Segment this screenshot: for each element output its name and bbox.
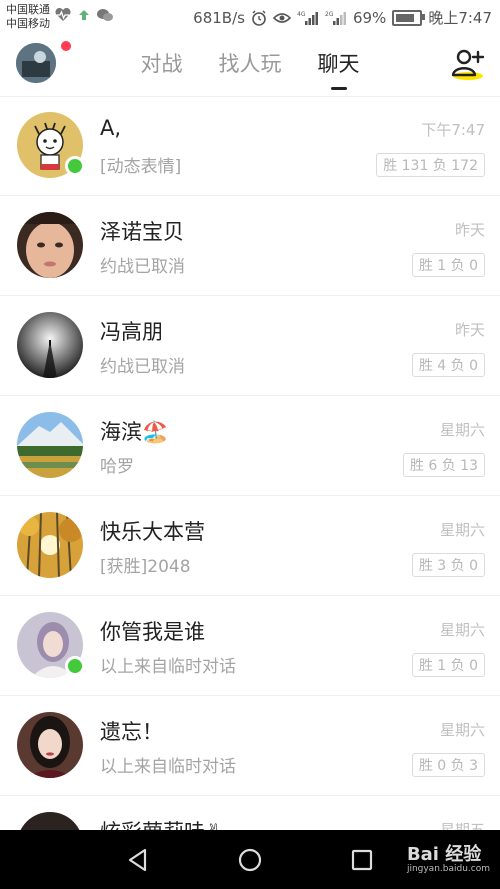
contact-name: 快乐大本营 bbox=[100, 520, 205, 544]
top-navigation: 对战 找人玩 聊天 bbox=[0, 34, 500, 97]
message-time: 星期五 bbox=[439, 821, 485, 830]
watermark-url: jingyan.baidu.com bbox=[406, 864, 490, 874]
avatar bbox=[17, 812, 83, 830]
contact-name: 你管我是谁 bbox=[100, 620, 205, 644]
recents-square-icon[interactable] bbox=[349, 847, 375, 873]
heart-rate-icon bbox=[55, 8, 71, 21]
win-loss-badge: 胜 4 负 0 bbox=[411, 353, 485, 377]
tab-find-players[interactable]: 找人玩 bbox=[217, 48, 284, 78]
contact-name: 冯高朋 bbox=[100, 320, 163, 344]
message-time: 星期六 bbox=[439, 421, 485, 439]
wechat-icon bbox=[97, 9, 113, 21]
message-time: 昨天 bbox=[454, 221, 485, 239]
carrier-2: 中国移动 bbox=[6, 17, 50, 30]
contact-name: 遗忘！ bbox=[100, 720, 163, 744]
avatar bbox=[17, 412, 83, 478]
last-message: 哈罗 bbox=[100, 457, 134, 477]
carrier-1: 中国联通 bbox=[6, 3, 50, 16]
avatar bbox=[17, 512, 83, 578]
girl-portrait-photo-icon bbox=[17, 712, 83, 778]
chat-row[interactable]: A, [动态表情] 下午7:47 胜 131 负 172 bbox=[0, 96, 500, 196]
tab-chat[interactable]: 聊天 bbox=[316, 48, 362, 90]
autumn-trees-photo-icon bbox=[17, 512, 83, 578]
message-time: 星期六 bbox=[439, 521, 485, 539]
last-message: 约战已取消 bbox=[100, 357, 185, 377]
message-time: 星期六 bbox=[439, 621, 485, 639]
add-user-icon[interactable] bbox=[450, 46, 486, 82]
last-message: 以上来自临时对话 bbox=[100, 757, 236, 777]
contact-name: A, bbox=[100, 116, 122, 140]
network-speed: 681B/s bbox=[193, 8, 245, 27]
battery-fill bbox=[396, 13, 415, 22]
last-message: [动态表情] bbox=[100, 157, 182, 177]
message-time: 星期六 bbox=[439, 721, 485, 739]
contact-name: 炫彩萝莉哇✌ bbox=[100, 816, 223, 830]
message-time: 昨天 bbox=[454, 321, 485, 339]
last-message: [获胜]2048 bbox=[100, 557, 191, 577]
signal-4g-icon: 4G bbox=[297, 11, 318, 25]
chat-row[interactable]: 快乐大本营 [获胜]2048 星期六 胜 3 负 0 bbox=[0, 496, 500, 596]
last-message: 以上来自临时对话 bbox=[100, 657, 236, 677]
face-photo-icon bbox=[17, 212, 83, 278]
svg-text:2G: 2G bbox=[325, 11, 334, 18]
watermark-brand: Bai 经验 bbox=[406, 844, 482, 865]
home-circle-icon[interactable] bbox=[237, 847, 263, 873]
chat-row[interactable]: 炫彩萝莉哇✌ 星期五 bbox=[0, 796, 500, 830]
win-loss-badge: 胜 3 负 0 bbox=[411, 553, 485, 577]
chat-row[interactable]: 泽诺宝贝 约战已取消 昨天 胜 1 负 0 bbox=[0, 196, 500, 296]
win-loss-badge: 胜 131 负 172 bbox=[376, 153, 485, 177]
carrier-info: 中国联通 中国移动 bbox=[6, 3, 50, 31]
contact-name: 海滨🏖️ bbox=[100, 420, 169, 444]
signal-2g-icon: 2G bbox=[325, 11, 346, 25]
status-bar: 中国联通 中国移动 681B/s 4G 2G 69% 晚上7:47 bbox=[0, 0, 500, 34]
battery-icon bbox=[392, 9, 426, 26]
chat-row[interactable]: 遗忘！ 以上来自临时对话 星期六 胜 0 负 3 bbox=[0, 696, 500, 796]
svg-text:4G: 4G bbox=[297, 11, 306, 18]
alarm-icon bbox=[252, 9, 266, 26]
status-notification-icons bbox=[54, 8, 114, 22]
status-right: 681B/s 4G 2G 69% 晚上7:47 bbox=[193, 7, 492, 28]
portrait-photo-icon bbox=[17, 812, 83, 830]
chat-row[interactable]: 海滨🏖️ 哈罗 星期六 胜 6 负 13 bbox=[0, 396, 500, 496]
tab-bar: 对战 找人玩 聊天 bbox=[0, 48, 500, 90]
back-triangle-icon[interactable] bbox=[125, 847, 151, 873]
battery-percent: 69% bbox=[352, 8, 387, 27]
win-loss-badge: 胜 1 负 0 bbox=[411, 253, 485, 277]
watermark: Bai 经验 jingyan.baidu.com bbox=[407, 840, 490, 874]
chat-row[interactable]: 你管我是谁 以上来自临时对话 星期六 胜 1 负 0 bbox=[0, 596, 500, 696]
contact-name: 泽诺宝贝 bbox=[100, 220, 184, 244]
avatar bbox=[17, 312, 83, 378]
foggy-road-photo-icon bbox=[17, 312, 83, 378]
win-loss-badge: 胜 1 负 0 bbox=[411, 653, 485, 677]
chat-list: A, [动态表情] 下午7:47 胜 131 负 172 泽诺宝贝 约战已取消 … bbox=[0, 96, 500, 830]
clock: 晚上7:47 bbox=[428, 9, 492, 27]
avatar bbox=[17, 712, 83, 778]
eye-comfort-icon bbox=[272, 12, 291, 23]
online-indicator bbox=[65, 656, 85, 676]
win-loss-badge: 胜 0 负 3 bbox=[411, 753, 485, 777]
mountain-lake-photo-icon bbox=[17, 412, 83, 478]
tab-battle[interactable]: 对战 bbox=[139, 48, 185, 78]
win-loss-badge: 胜 6 负 13 bbox=[402, 453, 485, 477]
last-message: 约战已取消 bbox=[100, 257, 185, 277]
message-time: 下午7:47 bbox=[421, 121, 485, 139]
online-indicator bbox=[65, 156, 85, 176]
app-notification-icon bbox=[79, 10, 89, 20]
avatar bbox=[17, 212, 83, 278]
chat-row[interactable]: 冯高朋 约战已取消 昨天 胜 4 负 0 bbox=[0, 296, 500, 396]
system-navigation-bar: Bai 经验 jingyan.baidu.com bbox=[0, 830, 500, 889]
